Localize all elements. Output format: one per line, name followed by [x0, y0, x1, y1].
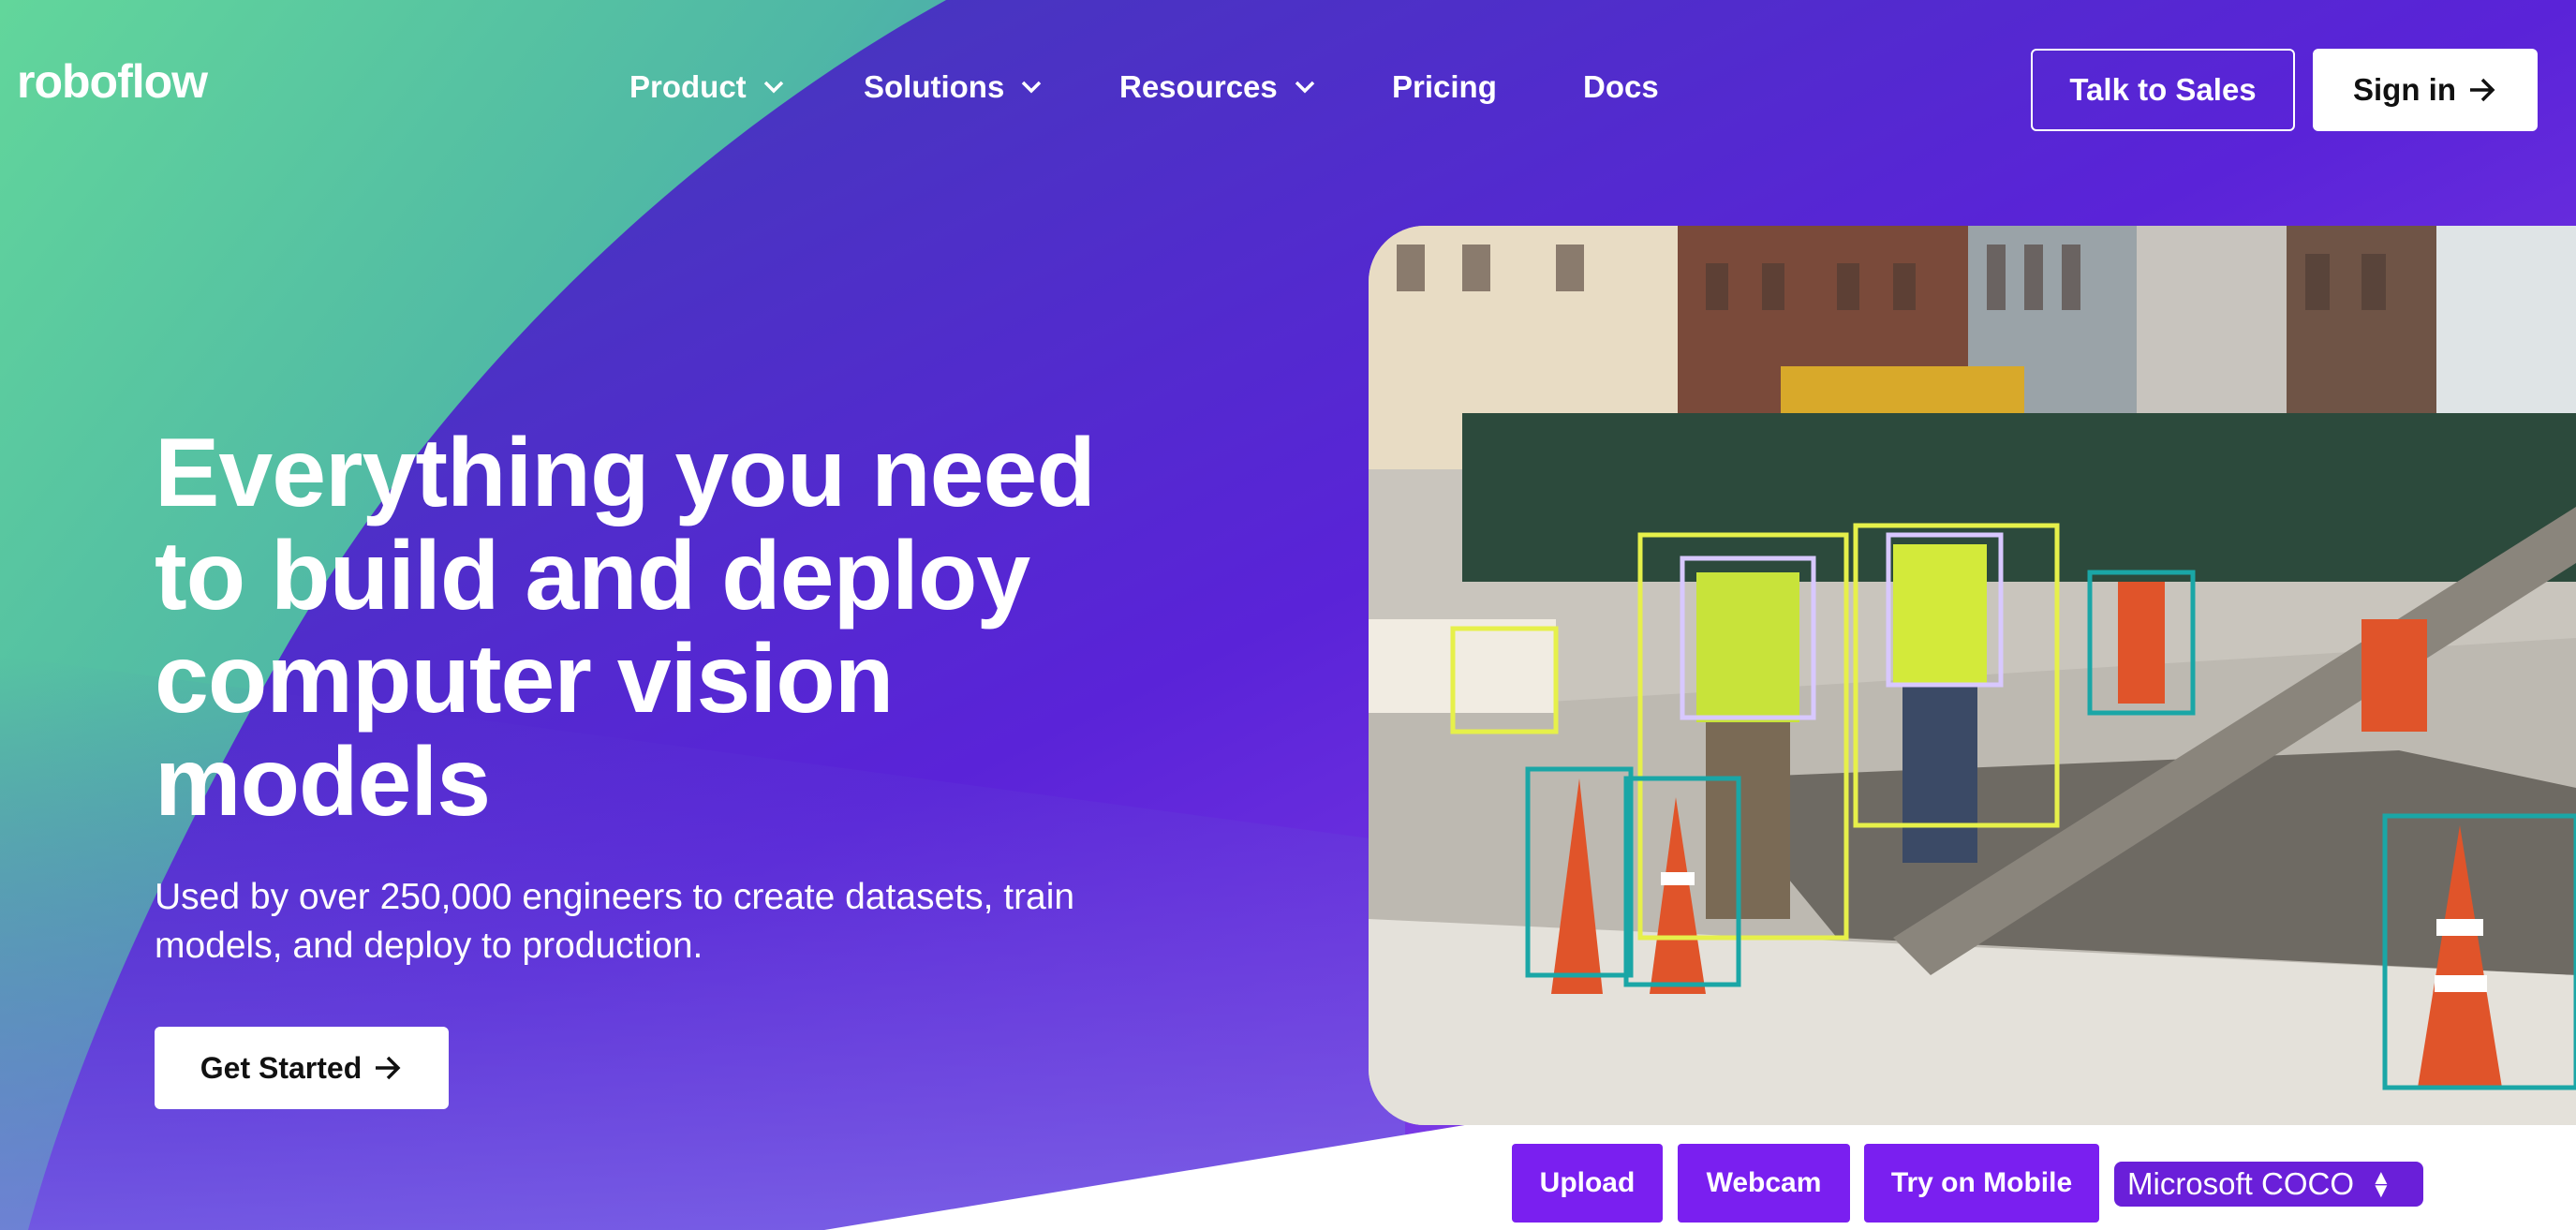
- chevron-down-icon: [1022, 81, 1042, 94]
- nav-resources[interactable]: Resources: [1119, 69, 1315, 105]
- hero-headline: Everything you need to build and deploy …: [155, 422, 1232, 834]
- nav-pricing-label: Pricing: [1392, 69, 1497, 104]
- model-select-value: Microsoft COCO: [2127, 1166, 2355, 1201]
- chevron-down-icon: [1295, 81, 1315, 94]
- updown-arrows-icon: ▲ ▼: [2371, 1165, 2391, 1202]
- sign-in-button[interactable]: Sign in: [2313, 49, 2538, 131]
- headline-line: Everything you need: [155, 419, 1096, 527]
- upload-button[interactable]: Upload: [1512, 1144, 1663, 1223]
- sign-in-label: Sign in: [2353, 72, 2456, 107]
- get-started-label: Get Started: [200, 1050, 363, 1085]
- model-select[interactable]: Microsoft COCO ▲ ▼: [2114, 1162, 2423, 1207]
- webcam-label: Webcam: [1706, 1167, 1822, 1198]
- try-on-mobile-button[interactable]: Try on Mobile: [1864, 1144, 2099, 1223]
- nav-pricing[interactable]: Pricing: [1392, 69, 1497, 105]
- construction-scene: [1369, 226, 2576, 1125]
- webcam-button[interactable]: Webcam: [1678, 1144, 1850, 1223]
- roboflow-logo[interactable]: roboflow: [17, 54, 208, 109]
- chevron-down-icon: [763, 81, 783, 94]
- nav-product-label: Product: [629, 69, 747, 104]
- headline-line: to build and deploy: [155, 522, 1030, 630]
- subline-line: models, and deploy to production.: [155, 926, 703, 966]
- get-started-button[interactable]: Get Started: [155, 1027, 449, 1109]
- nav-solutions-label: Solutions: [864, 69, 1005, 104]
- nav-product[interactable]: Product: [629, 69, 784, 105]
- talk-to-sales-button[interactable]: Talk to Sales: [2031, 49, 2295, 131]
- headline-line: models: [155, 728, 491, 837]
- upload-label: Upload: [1539, 1167, 1636, 1198]
- nav-docs[interactable]: Docs: [1583, 69, 1659, 105]
- arrow-right-icon: [376, 1056, 401, 1080]
- nav-docs-label: Docs: [1583, 69, 1659, 104]
- talk-to-sales-label: Talk to Sales: [2069, 72, 2257, 107]
- arrow-right-icon: [2470, 78, 2495, 102]
- subline-line: Used by over 250,000 engineers to create…: [155, 877, 1075, 917]
- nav-resources-label: Resources: [1119, 69, 1278, 104]
- try-on-mobile-label: Try on Mobile: [1890, 1167, 2073, 1198]
- hero-subheadline: Used by over 250,000 engineers to create…: [155, 873, 1213, 971]
- nav-solutions[interactable]: Solutions: [864, 69, 1042, 105]
- detection-demo-image: [1369, 226, 2576, 1125]
- headline-line: computer vision: [155, 625, 894, 734]
